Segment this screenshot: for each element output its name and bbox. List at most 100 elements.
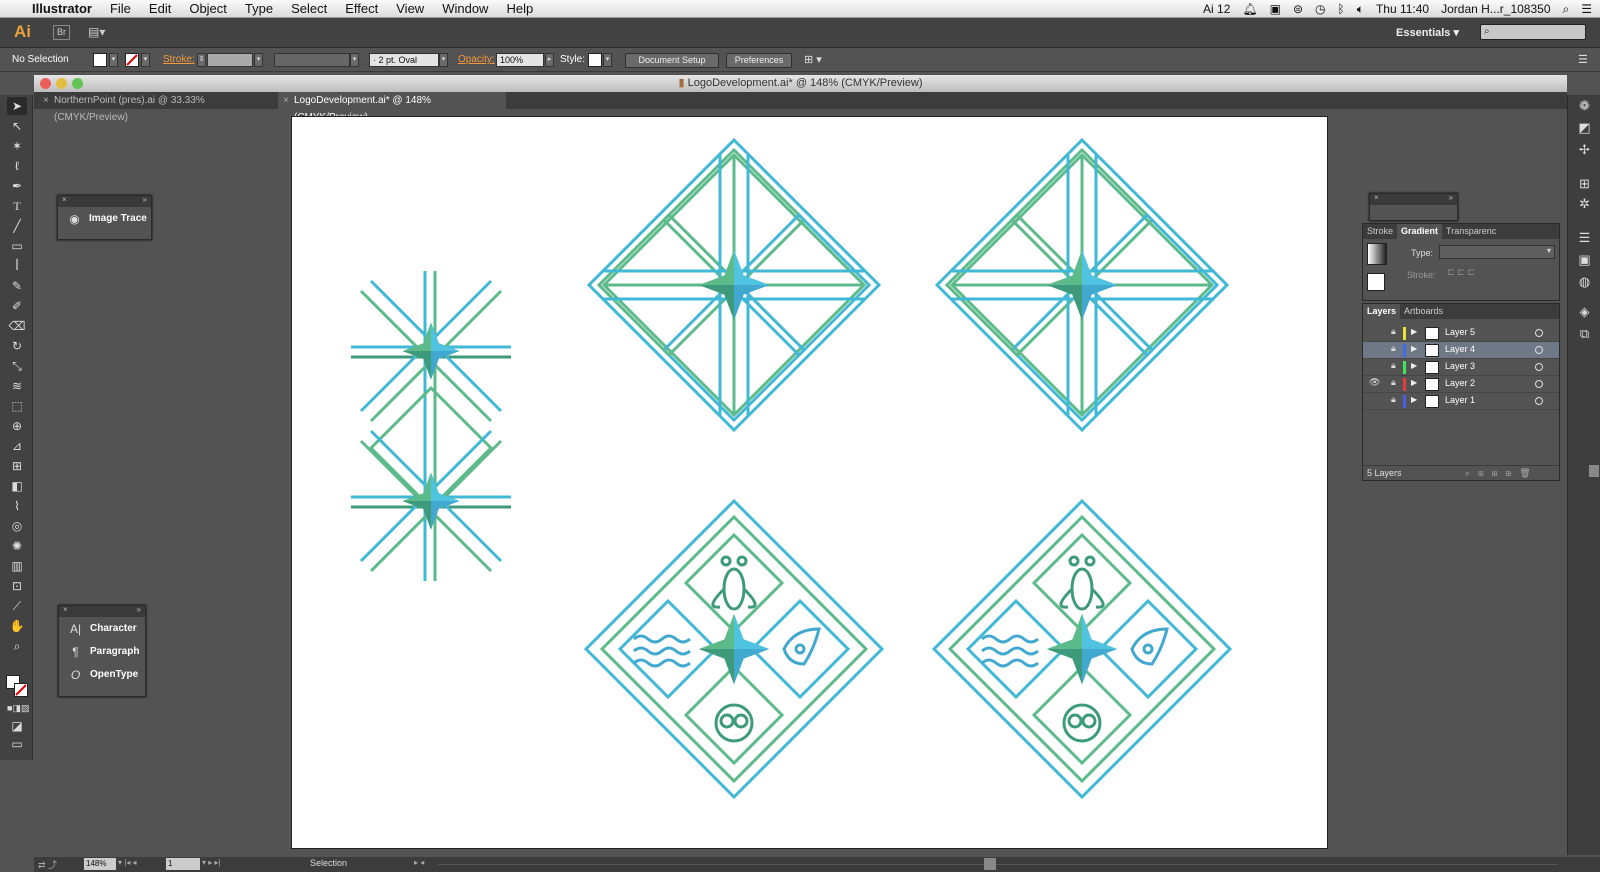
- menu-view[interactable]: View: [387, 1, 433, 16]
- tab-artboards[interactable]: Artboards: [1400, 304, 1447, 319]
- tab-transparency[interactable]: Transparenc: [1442, 224, 1500, 239]
- close-window-button[interactable]: [40, 78, 51, 89]
- layer-row[interactable]: 👁︎ 🔒︎ ▶ Layer 2: [1363, 376, 1559, 393]
- stroke-swatch[interactable]: [125, 53, 139, 67]
- time-machine-icon[interactable]: ◷: [1315, 2, 1325, 16]
- zoom-input[interactable]: 148%: [84, 858, 116, 870]
- gradient-type-select[interactable]: ▾: [1439, 245, 1555, 259]
- stroke-dropdown[interactable]: ▾: [141, 53, 150, 67]
- spotlight-icon[interactable]: ⌕: [1563, 2, 1570, 17]
- eraser-tool-icon[interactable]: ⌫: [7, 317, 27, 335]
- stroke-weight-stepper[interactable]: ⇕: [197, 53, 206, 67]
- rectangle-tool-icon[interactable]: ▭: [7, 237, 27, 255]
- free-transform-tool-icon[interactable]: ⬚: [7, 397, 27, 415]
- artboard-tool-icon[interactable]: ⊡: [7, 577, 27, 595]
- selection-tool-icon[interactable]: ➤: [7, 97, 27, 115]
- parallels-icon[interactable]: ▣: [1270, 2, 1281, 16]
- bridge-button[interactable]: Br: [53, 25, 70, 40]
- layer-row[interactable]: 🔒︎ ▶ Layer 5: [1363, 325, 1559, 342]
- blend-tool-icon[interactable]: ◎: [7, 517, 27, 535]
- control-menu-icon[interactable]: ☰: [1578, 53, 1588, 68]
- brush-dropdown[interactable]: ▾: [439, 53, 448, 67]
- expand-icon[interactable]: ▶: [1411, 344, 1417, 353]
- column-graph-tool-icon[interactable]: ▥: [7, 557, 27, 575]
- artboard-nav[interactable]: ▾ ▸ ▸|: [202, 858, 221, 867]
- zoom-tool-icon[interactable]: ⌕: [7, 637, 27, 655]
- magic-wand-tool-icon[interactable]: ✶: [7, 137, 27, 155]
- menu-file[interactable]: File: [101, 1, 140, 16]
- panel-header[interactable]: ×»: [58, 195, 151, 207]
- target-icon[interactable]: [1535, 363, 1543, 371]
- layer-row[interactable]: 🔒︎ ▶ Layer 3: [1363, 359, 1559, 376]
- status-menu-arrow[interactable]: ▸ ◂: [414, 858, 424, 867]
- layer-row[interactable]: 🔒︎ ▶ Layer 1: [1363, 393, 1559, 410]
- expand-icon[interactable]: ▶: [1411, 378, 1417, 387]
- opacity-label[interactable]: Opacity:: [458, 54, 495, 69]
- graphic-styles-icon[interactable]: ✲: [1576, 195, 1593, 212]
- paintbrush-tool-icon[interactable]: ꟾ: [7, 257, 27, 275]
- color-guide-icon[interactable]: ❁: [1576, 97, 1593, 114]
- symbol-sprayer-tool-icon[interactable]: ✺: [7, 537, 27, 555]
- fill-swatch[interactable]: [93, 53, 107, 67]
- menu-select[interactable]: Select: [282, 1, 336, 16]
- horizontal-scrollbar-thumb[interactable]: [984, 858, 996, 870]
- target-icon[interactable]: [1535, 380, 1543, 388]
- blob-brush-tool-icon[interactable]: ✐: [7, 297, 27, 315]
- user-name[interactable]: Jordan H...r_108350: [1441, 2, 1550, 16]
- paragraph-item[interactable]: ¶ Paragraph: [59, 640, 145, 663]
- target-icon[interactable]: [1535, 346, 1543, 354]
- collapse-icon[interactable]: »: [143, 195, 147, 204]
- target-icon[interactable]: [1535, 329, 1543, 337]
- lock-icon[interactable]: 🔒︎: [1391, 377, 1396, 388]
- layer-actions-icon[interactable]: ⌕⊞⊞⊞🗑︎: [1465, 466, 1539, 481]
- fill-dropdown[interactable]: ▾: [109, 53, 118, 67]
- layers-panel-icon[interactable]: ◈: [1576, 303, 1593, 320]
- adobe-status-icon[interactable]: Ai 12: [1203, 2, 1230, 16]
- gradient-tool-icon[interactable]: ◧: [7, 477, 27, 495]
- artboards-panel-icon[interactable]: ⧉: [1576, 325, 1593, 342]
- opacity-input[interactable]: 100%: [496, 53, 544, 67]
- collapse-icon[interactable]: »: [137, 605, 141, 614]
- warp-tool-icon[interactable]: ≋: [7, 377, 27, 395]
- tab-northernpoint[interactable]: × NorthernPoint (pres).ai @ 33.33% (CMYK/…: [38, 92, 274, 123]
- vertical-scrollbar-thumb[interactable]: [1589, 465, 1599, 477]
- artboard[interactable]: [291, 116, 1328, 849]
- lasso-tool-icon[interactable]: ℓ: [7, 157, 27, 175]
- expand-icon[interactable]: ▶: [1411, 327, 1417, 336]
- list-icon[interactable]: ☰: [1581, 2, 1592, 16]
- stroke-weight-input[interactable]: [207, 53, 253, 67]
- menu-app-name[interactable]: Illustrator: [23, 1, 101, 16]
- document-setup-button[interactable]: Document Setup: [625, 53, 719, 68]
- appearance-icon[interactable]: ◍: [1576, 273, 1593, 290]
- menu-type[interactable]: Type: [236, 1, 282, 16]
- stroke-color-icon[interactable]: [14, 683, 28, 697]
- bluetooth-icon[interactable]: ᛒ: [1338, 2, 1345, 16]
- align-panel-icon[interactable]: ☰: [1576, 229, 1593, 246]
- drawing-mode-icon[interactable]: ◪: [7, 717, 27, 735]
- rotate-tool-icon[interactable]: ↻: [7, 337, 27, 355]
- collapse-icon[interactable]: »: [1449, 193, 1453, 202]
- pen-tool-icon[interactable]: ✒: [7, 177, 27, 195]
- stroke-gradient-options[interactable]: ⊏ ⊏ ⊏: [1447, 267, 1493, 279]
- zoom-dropdown[interactable]: ▾ |◂ ◂: [118, 858, 137, 867]
- menu-object[interactable]: Object: [180, 1, 236, 16]
- panel-header[interactable]: ×»: [59, 605, 145, 617]
- minimize-window-button[interactable]: [56, 78, 67, 89]
- tab-logodevelopment[interactable]: ×LogoDevelopment.ai* @ 148% (CMYK/Previe…: [278, 92, 506, 123]
- panel-header[interactable]: ×»: [1370, 193, 1457, 205]
- brushes-icon[interactable]: ✢: [1576, 141, 1593, 158]
- graphic-style-swatch[interactable]: [588, 53, 602, 67]
- menu-effect[interactable]: Effect: [336, 1, 387, 16]
- gradient-preview[interactable]: [1367, 243, 1387, 265]
- brush-definition[interactable]: · 2 pt. Oval: [369, 53, 439, 67]
- eyedropper-tool-icon[interactable]: ⌇: [7, 497, 27, 515]
- layer-row[interactable]: 🔒︎ ▶ Layer 4: [1363, 342, 1559, 359]
- opentype-item[interactable]: O OpenType: [59, 663, 145, 686]
- artboard-number-input[interactable]: 1: [166, 858, 200, 870]
- tab-stroke[interactable]: Stroke: [1363, 224, 1397, 239]
- opacity-dropdown[interactable]: ▸: [545, 53, 554, 67]
- direct-selection-tool-icon[interactable]: ↖: [7, 117, 27, 135]
- menu-window[interactable]: Window: [433, 1, 497, 16]
- expand-icon[interactable]: ▶: [1411, 361, 1417, 370]
- sync-icon[interactable]: ⊜: [1293, 2, 1303, 16]
